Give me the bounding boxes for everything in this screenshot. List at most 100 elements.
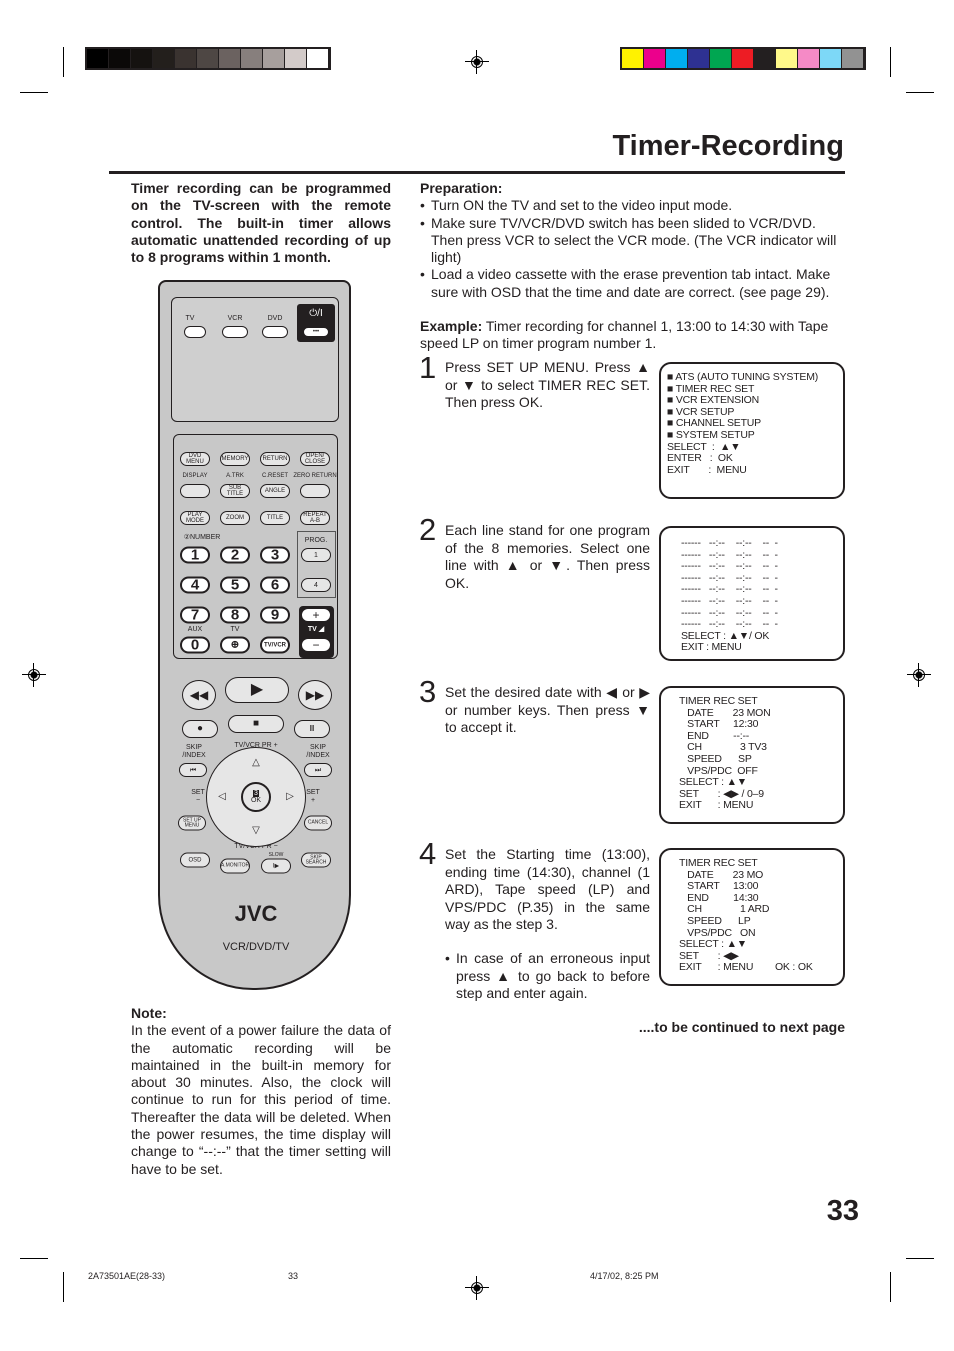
timer-rec-set-screen-2: TIMER REC SET DATE 23 MO START 13:00 END… bbox=[659, 848, 845, 986]
zero-return-button[interactable] bbox=[300, 484, 330, 498]
screen-line: EXIT : MENU bbox=[667, 463, 747, 476]
prog-4-button[interactable]: 4 bbox=[301, 578, 331, 592]
power-button[interactable]: ⏻/I bbox=[309, 309, 322, 319]
up-button[interactable]: △ bbox=[252, 758, 260, 768]
dvd-button[interactable] bbox=[262, 326, 288, 338]
record-button[interactable]: ● bbox=[182, 720, 218, 738]
color-swatch bbox=[622, 49, 644, 68]
number-2-button[interactable]: 2 bbox=[220, 546, 250, 564]
dvd-menu-button[interactable]: DVD MENU bbox=[180, 452, 210, 466]
color-swatch bbox=[241, 49, 263, 68]
screen-line: ------ --:-- --:-- -- - bbox=[681, 537, 778, 549]
example: Example: Timer recording for channel 1, … bbox=[420, 318, 845, 353]
skip-back-button[interactable]: ⏮ bbox=[179, 763, 207, 777]
color-swatch bbox=[175, 49, 197, 68]
note-text: In the event of a power failure the data… bbox=[131, 1022, 391, 1177]
color-swatch bbox=[842, 49, 864, 68]
a-monitor-button[interactable]: A.MONITOR bbox=[220, 858, 250, 874]
screen-line: ------ --:-- --:-- -- - bbox=[681, 618, 778, 631]
screen-line: EXIT : MENU OK : OK bbox=[679, 961, 813, 974]
color-swatch bbox=[798, 49, 820, 68]
color-swatch bbox=[820, 49, 842, 68]
return-button[interactable]: RETURN bbox=[260, 452, 290, 466]
color-swatch bbox=[666, 49, 688, 68]
number-6-button[interactable]: 6 bbox=[260, 576, 290, 594]
repeat-ab-button[interactable]: REPEAT A-B bbox=[300, 511, 330, 525]
screen-line: ■ ATS (AUTO TUNING SYSTEM) bbox=[667, 371, 819, 383]
ok-button[interactable]: 3 OK bbox=[241, 782, 271, 812]
color-swatch bbox=[732, 49, 754, 68]
footer-code: 2A73501AE(28-33) bbox=[88, 1271, 166, 1281]
crop-mark bbox=[906, 1258, 934, 1259]
cancel-button[interactable]: CANCEL bbox=[304, 815, 332, 831]
input-button[interactable]: ⊕ bbox=[220, 636, 250, 654]
setup-menu-screen: ■ ATS (AUTO TUNING SYSTEM) ■ TIMER REC SE… bbox=[659, 362, 845, 499]
number-4-button[interactable]: 4 bbox=[180, 576, 210, 594]
left-button[interactable]: ◁ bbox=[218, 792, 226, 802]
fast-forward-button[interactable]: ▶▶ bbox=[298, 680, 332, 710]
example-label: Example: bbox=[420, 318, 483, 335]
right-button[interactable]: ▷ bbox=[286, 792, 294, 802]
vcr-button[interactable] bbox=[222, 326, 248, 338]
number-3-button[interactable]: 3 bbox=[260, 546, 290, 564]
volume-down-button[interactable]: − bbox=[301, 638, 331, 652]
open-close-button[interactable]: OPEN/ CLOSE bbox=[300, 452, 330, 466]
down-button[interactable]: ▽ bbox=[252, 826, 260, 836]
number-1-button[interactable]: 1 bbox=[180, 546, 210, 564]
pause-button[interactable]: II bbox=[294, 720, 330, 738]
setup-menu-button[interactable]: SET UP MENU bbox=[178, 815, 206, 831]
osd-button[interactable]: OSD bbox=[180, 852, 210, 868]
footer-date: 4/17/02, 8:25 PM bbox=[590, 1271, 659, 1281]
memory-button[interactable]: MEMORY bbox=[220, 452, 250, 466]
screen-line: SPEED SP bbox=[679, 752, 752, 765]
skip-search-button[interactable]: SKIP SEARCH bbox=[301, 852, 331, 868]
color-swatch bbox=[131, 49, 153, 68]
title-button[interactable]: TITLE bbox=[260, 511, 290, 525]
number-5-button[interactable]: 5 bbox=[220, 576, 250, 594]
screen-line: SELECT : ▲▼ bbox=[679, 776, 747, 789]
color-swatch bbox=[776, 49, 798, 68]
jvc-logo: JVC bbox=[234, 901, 278, 926]
play-button[interactable]: ▶ bbox=[225, 677, 289, 703]
dots-button[interactable]: ••• bbox=[303, 327, 329, 337]
screen-line: TIMER REC SET bbox=[679, 857, 758, 869]
prep-item: Make sure TV/VCR/DVD switch has been sli… bbox=[420, 215, 845, 267]
tv-label: TV bbox=[230, 626, 240, 633]
color-swatch bbox=[644, 49, 666, 68]
rewind-button[interactable]: ◀◀ bbox=[182, 680, 216, 710]
crop-mark bbox=[906, 92, 934, 93]
crop-mark bbox=[890, 1272, 891, 1302]
registration-mark bbox=[907, 663, 931, 687]
grayscale-bar bbox=[85, 47, 331, 70]
number-8-button[interactable]: 8 bbox=[220, 606, 250, 624]
step-text: Press SET UP MENU. Press ▲ or ▼ to selec… bbox=[445, 359, 650, 410]
step-number: 4 bbox=[419, 836, 437, 871]
color-swatch bbox=[87, 49, 109, 68]
switch-label-tv: TV bbox=[185, 315, 195, 322]
step-bullet: • In case of an erroneous input press ▲ t… bbox=[445, 950, 650, 1001]
step-number: 2 bbox=[419, 512, 437, 547]
registration-mark bbox=[22, 663, 46, 687]
step-text: Set the desired date with ◀ or ▶ or numb… bbox=[445, 684, 650, 735]
volume-up-button[interactable]: + bbox=[301, 608, 331, 622]
angle-button[interactable]: ANGLE bbox=[260, 484, 290, 498]
screen-line: EXIT : MENU bbox=[679, 799, 754, 812]
number-0-button[interactable]: 0 bbox=[180, 636, 210, 654]
slow-button[interactable]: I▶ bbox=[261, 858, 291, 874]
note-heading: Note: bbox=[131, 1005, 167, 1021]
play-mode-button[interactable]: PLAY MODE bbox=[180, 511, 210, 525]
stop-button[interactable]: ■ bbox=[228, 715, 284, 733]
zoom-button[interactable]: ZOOM bbox=[220, 511, 250, 525]
prog-1-button[interactable]: 1 bbox=[301, 548, 331, 562]
subtitle-button[interactable]: SUB TITLE bbox=[220, 484, 250, 498]
skip-forward-button[interactable]: ⏭ bbox=[304, 763, 332, 777]
screen-line: SELECT : ▲▼ bbox=[679, 938, 747, 951]
tv-switch[interactable] bbox=[184, 326, 206, 338]
display-button[interactable] bbox=[180, 484, 210, 498]
number-7-button[interactable]: 7 bbox=[180, 606, 210, 624]
crop-mark bbox=[890, 47, 891, 77]
model-label: VCR/DVD/TV bbox=[222, 941, 290, 953]
screen-line: SPEED LP bbox=[679, 914, 751, 927]
tvvcr-button[interactable]: TV/VCR bbox=[260, 636, 290, 654]
number-9-button[interactable]: 9 bbox=[260, 606, 290, 624]
